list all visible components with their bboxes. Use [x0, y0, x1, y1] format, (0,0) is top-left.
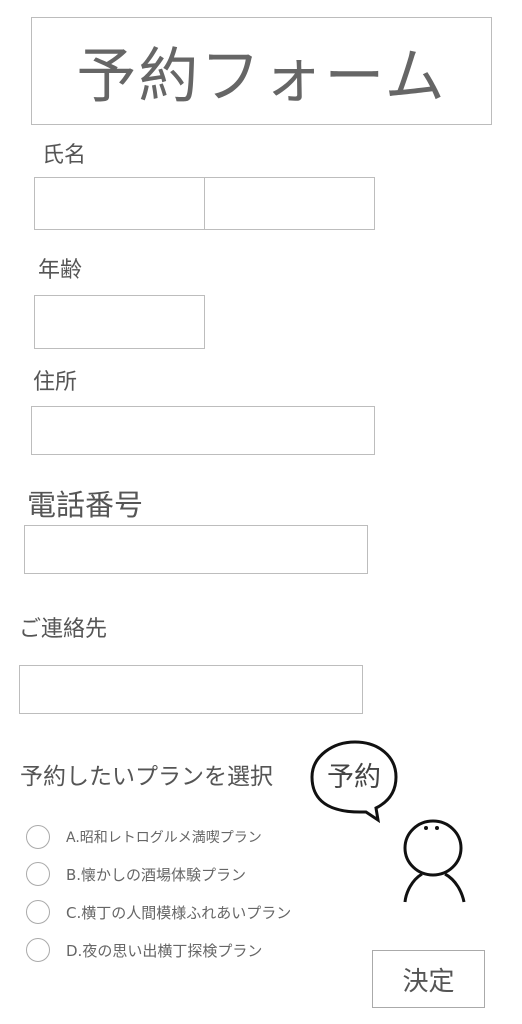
- last-name-input[interactable]: [35, 178, 204, 229]
- plan-a-radio[interactable]: [26, 825, 50, 849]
- title-box: 予約フォーム: [31, 17, 492, 125]
- plan-option-d[interactable]: D.夜の思い出横丁探検プラン: [26, 937, 262, 963]
- plan-heading: 予約したいプランを選択: [20, 764, 273, 790]
- age-field[interactable]: [34, 295, 205, 349]
- address-input[interactable]: [32, 407, 374, 454]
- phone-label: 電話番号: [27, 488, 144, 522]
- mascot-illustration: 予約: [310, 740, 466, 903]
- plan-c-label: C.横丁の人間模様ふれあいプラン: [66, 903, 292, 922]
- phone-input[interactable]: [25, 526, 367, 573]
- plan-option-c[interactable]: C.横丁の人間模様ふれあいプラン: [26, 899, 291, 925]
- contact-label: ご連絡先: [19, 617, 108, 642]
- plan-a-label: A.昭和レトログルメ満喫プラン: [66, 830, 262, 846]
- address-field[interactable]: [31, 406, 375, 455]
- name-label: 氏名: [42, 143, 87, 168]
- first-name-input[interactable]: [205, 178, 374, 229]
- plan-c-radio[interactable]: [26, 900, 50, 924]
- plan-b-label: B.懐かしの酒場体験プラン: [66, 865, 247, 884]
- plan-b-radio[interactable]: [26, 862, 50, 886]
- age-input[interactable]: [35, 296, 204, 348]
- contact-input[interactable]: [20, 666, 362, 713]
- page-title: 予約フォーム: [76, 41, 447, 112]
- plan-option-b[interactable]: B.懐かしの酒場体験プラン: [26, 861, 246, 887]
- speech-text: 予約: [327, 762, 381, 793]
- age-label: 年齢: [38, 258, 83, 283]
- address-label: 住所: [33, 370, 78, 395]
- stick-person-icon: [403, 819, 466, 903]
- plan-d-label: D.夜の思い出横丁探検プラン: [66, 941, 263, 960]
- contact-field[interactable]: [19, 665, 363, 714]
- phone-field[interactable]: [24, 525, 368, 574]
- first-name-field[interactable]: [204, 177, 375, 230]
- last-name-field[interactable]: [34, 177, 205, 230]
- submit-button[interactable]: 決定: [372, 950, 485, 1008]
- plan-d-radio[interactable]: [26, 938, 50, 962]
- plan-option-a[interactable]: A.昭和レトログルメ満喫プラン: [26, 824, 262, 850]
